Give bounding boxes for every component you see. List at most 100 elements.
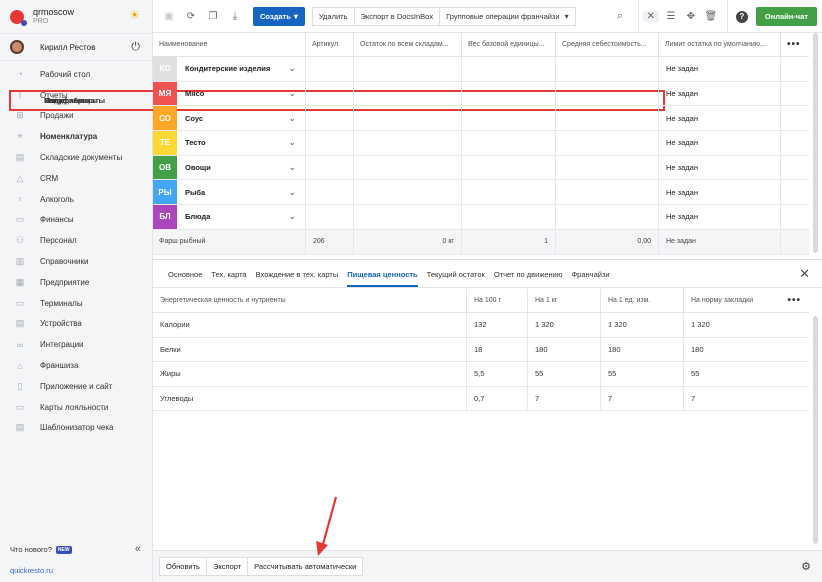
online-chat-button[interactable]: Онлайн-чат [755, 7, 817, 26]
nutrition-cell: 132 [467, 313, 528, 337]
sidebar-item-18[interactable]: ∞ Интеграции [0, 334, 152, 355]
table-row[interactable]: КО Кондитерские изделия ⌄ Не задан [153, 57, 809, 82]
brand[interactable]: qrmoscow PRO ☀ [0, 0, 152, 33]
export-button[interactable]: Экспорт [206, 557, 249, 576]
chevron-down-icon[interactable]: ⌄ [288, 88, 296, 99]
tab-4[interactable]: Текущий остаток [427, 270, 485, 287]
table-row[interactable]: БЛ Блюда ⌄ Не задан [153, 205, 809, 230]
sidebar-item-19[interactable]: ⌂ Франшиза [0, 355, 152, 376]
sidebar-item-15[interactable]: ▦ Предприятие [0, 272, 152, 293]
group-operations-dropdown[interactable]: Групповые операции франчайзи [440, 6, 576, 26]
table-row[interactable]: Углеводы 0,7 7 7 7 [153, 386, 809, 411]
table-row[interactable]: РЫ Рыба ⌄ Не задан [153, 180, 809, 206]
sidebar-item-10[interactable]: △ CRM [0, 168, 152, 189]
sidebar-item-13[interactable]: ⚇ Персонал [0, 230, 152, 251]
help-icon[interactable]: ? [735, 10, 748, 23]
auto-calculate-button[interactable]: Рассчитывать автоматически [248, 557, 364, 576]
sidebar-item-3[interactable]: ⌖ Номенклатура [0, 126, 152, 147]
sidebar: qrmoscow PRO ☀ Кирилл Рестов ⏻ ◔ Рабочий … [0, 0, 665, 582]
delete-button[interactable]: Удалить [311, 6, 355, 26]
table-row[interactable]: Белки 18 180 180 180 [153, 337, 809, 362]
chevron-down-icon[interactable]: ⌄ [288, 137, 296, 148]
building-icon: ▦ [15, 276, 25, 287]
column-header-stock[interactable]: Остаток по всем складам... [354, 33, 462, 56]
chevron-down-icon[interactable]: ⌄ [288, 113, 296, 124]
collapse-sidebar-icon[interactable]: « [135, 543, 141, 555]
site-link[interactable]: quickresto.ru [10, 566, 53, 575]
table-row[interactable]: ТЕ Тесто ⌄ Не задан [153, 131, 809, 156]
power-icon[interactable]: ⏻ [131, 41, 140, 54]
export-docsinbox-button[interactable]: Экспорт в DocsInBox [354, 6, 441, 26]
table-row[interactable]: Фарш рыбный 206 0 кг 1 0,00 Не задан [153, 229, 809, 255]
trash-icon[interactable]: 🗑 [703, 11, 719, 22]
sidebar-item-11[interactable]: ♀ Алкоголь [0, 189, 152, 210]
table-scrollbar[interactable] [813, 33, 818, 253]
list-icon[interactable]: ☰ [663, 11, 679, 22]
chevron-down-icon[interactable]: ⌄ [288, 162, 296, 173]
sidebar-item-22[interactable]: ▤ Шаблонизатор чека [0, 418, 152, 439]
create-button[interactable]: Создать [253, 6, 305, 26]
sidebar-item-label: Финансы [40, 215, 74, 225]
sidebar-item-21[interactable]: ▭ Карты лояльности [0, 397, 152, 418]
theme-sun-icon[interactable]: ☀ [129, 9, 140, 21]
sidebar-item-20[interactable]: ▯ Приложение и сайт [0, 376, 152, 397]
column-header-name[interactable]: Наименование [153, 33, 306, 56]
column-header-weight[interactable]: Вес базовой единицы... [462, 33, 556, 56]
category-cell[interactable]: КО Кондитерские изделия ⌄ [153, 57, 306, 81]
copy-icon[interactable]: ❐ [205, 11, 221, 22]
sidebar-item-14[interactable]: ▥ Справочники [0, 251, 152, 272]
sidebar-item-16[interactable]: ▭ Терминалы [0, 293, 152, 314]
column-header-article[interactable]: Артикул [306, 33, 354, 56]
sidebar-item-12[interactable]: ▭ Финансы [0, 210, 152, 231]
move-icon[interactable]: ✥ [683, 11, 699, 22]
table-row[interactable]: МЯ Мясо ⌄ Не задан [153, 81, 809, 107]
sidebar-item-9[interactable]: ▤ Складские документы [0, 147, 152, 168]
sidebar-item-0[interactable]: ◔ Рабочий стол [0, 64, 152, 85]
tab-1[interactable]: Тех. карта [211, 270, 246, 287]
tab-3[interactable]: Пищевая ценность [347, 270, 418, 287]
column-header-limit[interactable]: Лимит остатка по умолчанию,... [659, 33, 781, 56]
tab-6[interactable]: Франчайзи [571, 270, 609, 287]
table-row[interactable]: Жиры 5,5 55 55 55 [153, 362, 809, 387]
close-icon[interactable]: ✕ [799, 266, 810, 282]
settings-sliders-icon[interactable]: ⚙ [801, 560, 811, 573]
panel-scrollbar[interactable] [813, 316, 818, 544]
chevron-down-icon[interactable]: ⌄ [288, 63, 296, 74]
detail-panel: Основное Тех. карта Вхождение в тех. карты… [153, 259, 822, 582]
table-header: Наименование Артикул Остаток по всем скл… [153, 33, 809, 57]
nutrition-header-unit: На 1 ед. изм. [601, 289, 684, 312]
column-header-cost[interactable]: Средняя себестоимость... [556, 33, 659, 56]
chevron-down-icon[interactable]: ⌄ [288, 211, 296, 222]
more-icon[interactable]: ••• [787, 295, 801, 306]
brand-plan: PRO [33, 17, 49, 25]
category-cell[interactable]: ТЕ Тесто ⌄ [153, 131, 306, 155]
table-row[interactable]: Калории 132 1 320 1 320 1 320 [153, 313, 809, 338]
nutrition-cell: 18 [467, 337, 528, 361]
category-cell[interactable]: МЯ Мясо ⌄ [153, 81, 306, 106]
sidebar-item-17[interactable]: ▤ Устройства [0, 314, 152, 335]
category-cell[interactable]: СО Соус ⌄ [153, 106, 306, 131]
download-icon[interactable]: ⤓ [227, 11, 243, 22]
category-cell[interactable]: БЛ Блюда ⌄ [153, 205, 306, 229]
tools-icon[interactable]: ✕ [642, 11, 659, 22]
refresh-button[interactable]: Обновить [159, 557, 207, 576]
category-cell[interactable]: РЫ Рыба ⌄ [153, 180, 306, 205]
tab-5[interactable]: Отчет по движению [494, 270, 563, 287]
nutrition-cell: 7 [528, 386, 601, 410]
table-row[interactable]: СО Соус ⌄ Не задан [153, 106, 809, 132]
whats-new[interactable]: Что нового? NEW [10, 545, 72, 554]
more-icon[interactable]: ••• [787, 39, 801, 50]
column-options[interactable]: ••• [781, 33, 809, 56]
category-cell[interactable]: ОВ Овощи ⌄ [153, 155, 306, 180]
tab-2[interactable]: Вхождение в тех. карты [256, 270, 339, 287]
chevron-down-icon[interactable]: ⌄ [288, 187, 296, 198]
tab-0[interactable]: Основное [168, 270, 202, 287]
item-name: Фарш рыбный [153, 229, 306, 254]
search-icon[interactable]: ⌕ [612, 10, 628, 23]
user-profile[interactable]: Кирилл Рестов ⏻ [0, 33, 152, 61]
save-icon[interactable]: ▣ [161, 11, 177, 22]
refresh-icon[interactable]: ⟳ [183, 11, 199, 22]
table-row[interactable]: ОВ Овощи ⌄ Не задан [153, 155, 809, 181]
category-badge: РЫ [153, 180, 177, 205]
link-icon: ∞ [16, 339, 24, 350]
